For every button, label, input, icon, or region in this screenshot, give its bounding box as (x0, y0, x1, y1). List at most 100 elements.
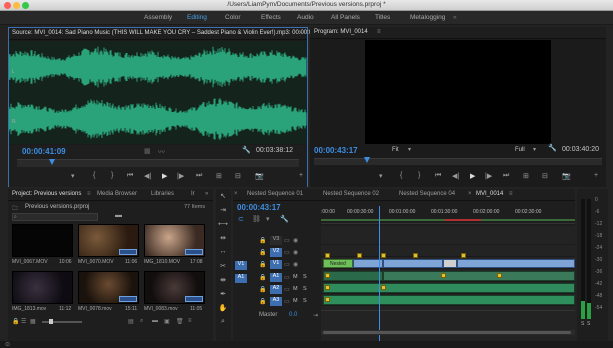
mark-in-button[interactable]: { (93, 172, 95, 179)
source-patch-a1[interactable]: A1 (235, 274, 247, 283)
track-select-tool-icon[interactable]: ⇥ (218, 206, 228, 215)
add-marker-button[interactable]: ▾ (71, 172, 75, 180)
timeline-current-timecode[interactable]: 00:00:43:17 (237, 203, 281, 212)
track-label-a3[interactable]: A3 (270, 297, 282, 306)
workspace-effects[interactable]: Effects (261, 14, 281, 21)
clip-thumbnail[interactable] (12, 271, 73, 304)
toggle-sync-lock-icon[interactable]: ▭ (284, 286, 290, 293)
mute-button[interactable]: M (293, 286, 298, 292)
eye-icon[interactable]: ◉ (293, 261, 298, 268)
program-panel-menu-icon[interactable]: ≡ (377, 29, 381, 35)
master-volume-value[interactable]: 0.0 (289, 312, 297, 318)
track-label-v1[interactable]: V1 (270, 260, 282, 269)
close-tab-icon[interactable]: × (234, 191, 238, 197)
track-a2[interactable] (321, 283, 575, 294)
timeline-clip-nested[interactable]: Nested (323, 259, 353, 268)
workspace-titles[interactable]: Titles (375, 14, 390, 21)
tab-mvi-0014[interactable]: MVI_0014 (476, 191, 503, 197)
selection-tool-icon[interactable]: ↖ (218, 192, 228, 201)
export-frame-button[interactable]: 📷 (562, 172, 571, 180)
lock-icon[interactable]: 🔒 (259, 261, 266, 268)
tab-project[interactable]: Project: Previous versions (12, 191, 81, 197)
wrench-icon[interactable]: 🔧 (548, 144, 557, 152)
timeline-audio-clip[interactable] (323, 283, 575, 293)
wrench-icon[interactable]: 🔧 (242, 146, 251, 154)
automate-to-sequence-icon[interactable]: ▤ (128, 318, 134, 325)
source-time-ruler[interactable] (17, 159, 299, 167)
lock-icon[interactable]: 🔒 (259, 237, 266, 244)
timeline-audio-clip[interactable] (323, 271, 383, 281)
play-button[interactable]: ▶ (162, 172, 167, 180)
track-a1[interactable] (321, 271, 575, 282)
step-back-button[interactable]: ◀| (452, 172, 459, 180)
scrollbar-thumb[interactable] (323, 331, 571, 334)
toggle-sync-lock-icon[interactable]: ▭ (284, 298, 290, 305)
find-icon[interactable]: ⌕ (140, 318, 143, 325)
lock-icon[interactable]: 🔒 (12, 318, 19, 325)
add-marker-button[interactable]: ▾ (379, 172, 383, 180)
workspace-color[interactable]: Color (225, 14, 241, 21)
play-button[interactable]: ▶ (470, 172, 475, 180)
status-icon[interactable]: ⊙ (5, 341, 10, 348)
icon-view-icon[interactable]: ▦ (30, 318, 36, 325)
new-bin-icon[interactable]: ▬ (115, 212, 122, 219)
toggle-sync-lock-icon[interactable]: ▭ (284, 261, 290, 268)
workspace-overflow-icon[interactable]: » (453, 14, 457, 21)
razor-tool-icon[interactable]: ✂ (218, 262, 228, 271)
project-panel-menu-icon[interactable]: ≡ (87, 191, 91, 197)
linked-selection-icon[interactable]: ⛓ (252, 215, 261, 223)
lift-button[interactable]: ⊞ (523, 172, 529, 180)
tab-info[interactable]: Ir (191, 191, 195, 197)
mark-in-button[interactable]: { (400, 172, 402, 179)
close-tab-icon[interactable]: × (468, 191, 472, 197)
clip-thumbnail[interactable] (78, 271, 139, 304)
mark-out-button[interactable]: } (418, 172, 420, 179)
lock-icon[interactable]: 🔒 (259, 249, 266, 256)
clip-thumbnail[interactable] (78, 224, 139, 257)
chevron-down-icon[interactable]: ▾ (533, 146, 536, 153)
tab-libraries[interactable]: Libraries (151, 191, 174, 197)
toggle-sync-lock-icon[interactable]: ▭ (284, 237, 290, 244)
workspace-assembly[interactable]: Assembly (144, 14, 172, 21)
program-time-ruler[interactable] (314, 158, 602, 165)
timeline-zoom-scrollbar[interactable] (321, 330, 575, 335)
export-frame-button[interactable]: 📷 (255, 172, 264, 180)
workspace-metalogging[interactable]: Metalogging (410, 14, 445, 21)
timeline-audio-clip[interactable] (383, 271, 575, 281)
tab-nested-sequence-02[interactable]: Nested Sequence 02 (323, 191, 379, 197)
tab-nested-sequence-04[interactable]: Nested Sequence 04 (399, 191, 455, 197)
audio-waveform-display[interactable]: L R (8, 41, 307, 144)
solo-left-button[interactable]: S (581, 321, 584, 327)
toggle-sync-lock-icon[interactable]: ▭ (284, 274, 290, 281)
track-label-v3[interactable]: V3 (270, 236, 282, 245)
solo-button[interactable]: S (303, 298, 307, 304)
step-forward-button[interactable]: |▶ (485, 172, 492, 180)
button-editor-button[interactable]: + (299, 172, 303, 179)
workspace-all-panels[interactable]: All Panels (331, 14, 360, 21)
go-to-out-button[interactable]: ⏭ (196, 172, 202, 180)
rate-stretch-tool-icon[interactable]: ↔ (218, 248, 228, 257)
solo-button[interactable]: S (303, 286, 307, 292)
chevron-down-icon[interactable]: ▾ (408, 146, 411, 153)
rolling-edit-tool-icon[interactable]: ⇹ (218, 234, 228, 243)
button-editor-button[interactable]: + (594, 172, 598, 179)
step-forward-button[interactable]: |▶ (177, 172, 184, 180)
timeline-audio-clip[interactable] (323, 295, 575, 305)
slip-tool-icon[interactable]: ⇼ (218, 276, 228, 285)
panel-overflow-icon[interactable]: » (205, 191, 208, 197)
hand-tool-icon[interactable]: ✋ (218, 304, 228, 313)
drag-video-icon[interactable]: ▦ (144, 147, 151, 155)
clip-thumbnail[interactable] (144, 224, 205, 257)
new-bin-icon[interactable]: ▬ (152, 318, 158, 324)
extract-button[interactable]: ⊟ (542, 172, 548, 180)
track-label-a1[interactable]: A1 (270, 273, 282, 282)
lock-icon[interactable]: 🔒 (259, 274, 266, 281)
zoom-level-select[interactable]: Fit (392, 147, 399, 153)
solo-right-button[interactable]: S (587, 321, 590, 327)
eye-icon[interactable]: ◉ (293, 249, 298, 256)
tracks-area[interactable]: Nested (321, 206, 575, 341)
tab-nested-sequence-01[interactable]: Nested Sequence 01 (247, 191, 303, 197)
workspace-editing[interactable]: Editing (187, 14, 207, 21)
ripple-edit-tool-icon[interactable]: ⟷ (218, 220, 228, 229)
program-video-frame[interactable] (365, 40, 551, 144)
